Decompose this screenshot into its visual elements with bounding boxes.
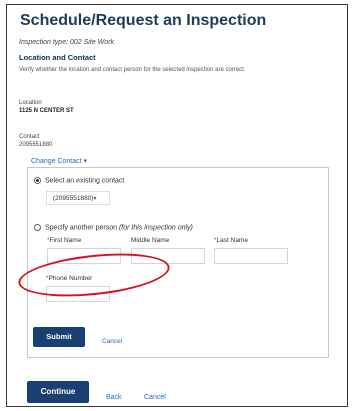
chevron-down-icon: ▾ — [93, 196, 97, 202]
first-name-label: *First Name — [47, 237, 81, 244]
existing-contact-label: Select an existing contact — [45, 177, 125, 185]
instructions-text: Verify whether the location and contact … — [19, 67, 246, 73]
first-name-label-text: First Name — [49, 237, 82, 244]
another-person-hint: (for this inspection only) — [118, 224, 193, 232]
contact-value: 2095551880 — [19, 142, 53, 148]
middle-name-label: Middle Name — [131, 237, 170, 244]
another-person-label: Specify another person — [45, 224, 117, 232]
panel-cancel-link[interactable]: Cancel — [102, 338, 122, 345]
existing-contact-radio[interactable] — [34, 177, 41, 184]
submit-button[interactable]: Submit — [33, 327, 85, 347]
contact-label: Contact — [19, 134, 40, 140]
location-value: 1125 N CENTER ST — [19, 108, 74, 114]
existing-contact-select-value: (2095551880) — [53, 195, 94, 202]
chevron-down-icon: ▾ — [83, 158, 88, 165]
change-contact-link[interactable]: Change Contact ▾ — [31, 157, 87, 165]
continue-button[interactable]: Continue — [27, 381, 89, 403]
inspection-type: Inspection type: 002 Site Work — [19, 39, 114, 46]
location-label: Location — [19, 100, 42, 106]
existing-contact-select[interactable]: (2095551880)▾ — [46, 191, 110, 205]
existing-contact-option[interactable]: Select an existing contact — [34, 177, 124, 184]
last-name-label: *Last Name — [214, 237, 248, 244]
last-name-input[interactable] — [214, 248, 288, 264]
back-link[interactable]: Back — [106, 394, 122, 401]
another-person-option[interactable]: Specify another person (for this inspect… — [34, 224, 193, 231]
page-title: Schedule/Request an Inspection — [20, 12, 267, 29]
change-contact-label: Change Contact — [31, 158, 82, 165]
another-person-radio[interactable] — [34, 224, 41, 231]
last-name-label-text: Last Name — [216, 237, 248, 244]
footer-cancel-link[interactable]: Cancel — [144, 394, 166, 401]
section-heading: Location and Contact — [19, 53, 96, 62]
